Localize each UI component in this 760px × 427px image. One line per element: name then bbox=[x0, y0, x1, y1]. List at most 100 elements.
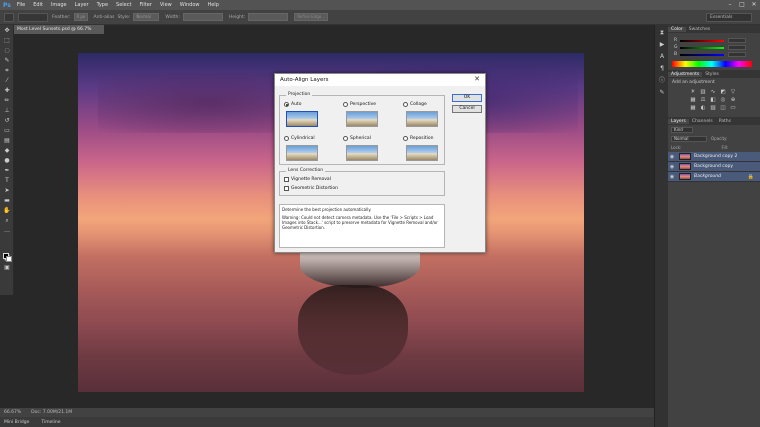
selection-mode-buttons[interactable] bbox=[18, 12, 48, 22]
tab-timeline[interactable]: Timeline bbox=[41, 420, 60, 425]
workspace-select[interactable]: Essentials bbox=[706, 13, 752, 22]
close-icon[interactable]: ✕ bbox=[474, 75, 480, 83]
color-spectrum-bar[interactable] bbox=[672, 61, 752, 67]
checkbox-box[interactable] bbox=[284, 186, 289, 191]
red-slider[interactable] bbox=[680, 39, 724, 42]
close-icon[interactable]: ✕ bbox=[748, 0, 760, 10]
posterize-icon[interactable]: ▨ bbox=[708, 105, 718, 113]
geometric-distortion-checkbox[interactable]: Geometric Distortion bbox=[284, 186, 338, 191]
history-brush-tool-icon[interactable]: ↺ bbox=[2, 116, 12, 125]
radio-dot[interactable] bbox=[343, 136, 348, 141]
menu-filter[interactable]: Filter bbox=[139, 2, 151, 8]
menu-type[interactable]: Type bbox=[97, 2, 108, 8]
actions-panel-icon[interactable]: ▶ bbox=[657, 40, 667, 49]
dodge-tool-icon[interactable]: ● bbox=[2, 156, 12, 165]
black-white-icon[interactable]: ◧ bbox=[708, 97, 718, 105]
tab-mini-bridge[interactable]: Mini Bridge bbox=[4, 420, 29, 425]
color-balance-icon[interactable]: ⚖ bbox=[698, 97, 708, 105]
layer-row[interactable]: ◉ Background copy bbox=[668, 162, 760, 172]
minimize-icon[interactable]: – bbox=[724, 0, 736, 10]
tab-layers[interactable]: Layers bbox=[668, 118, 689, 124]
channel-mixer-icon[interactable]: ⊕ bbox=[728, 97, 738, 105]
menu-image[interactable]: Image bbox=[51, 2, 67, 8]
eyedropper-tool-icon[interactable]: ⁄ bbox=[2, 76, 12, 85]
green-value-field[interactable] bbox=[728, 45, 746, 50]
lasso-tool-icon[interactable]: ◌ bbox=[2, 46, 12, 55]
levels-icon[interactable]: ▥ bbox=[698, 89, 708, 97]
checkbox-box[interactable] bbox=[284, 177, 289, 182]
color-slider-green[interactable]: G bbox=[668, 44, 760, 51]
layer-row[interactable]: ◉ Background copy 2 bbox=[668, 152, 760, 162]
auto-thumbnail[interactable] bbox=[286, 111, 318, 127]
radio-collage[interactable]: Collage bbox=[403, 102, 427, 107]
height-input[interactable] bbox=[248, 13, 289, 21]
radio-spherical[interactable]: Spherical bbox=[343, 136, 371, 141]
radio-auto[interactable]: Auto bbox=[284, 102, 301, 107]
background-color-swatch[interactable] bbox=[6, 256, 12, 262]
menu-help[interactable]: Help bbox=[207, 2, 218, 8]
tab-styles[interactable]: Styles bbox=[702, 72, 722, 77]
color-lookup-icon[interactable]: ▦ bbox=[688, 105, 698, 113]
layer-row[interactable]: ◉ Background 🔒 bbox=[668, 172, 760, 182]
collage-thumbnail[interactable] bbox=[406, 111, 438, 127]
hand-tool-icon[interactable]: ✋ bbox=[2, 206, 12, 215]
layer-filter-kind[interactable]: Kind bbox=[671, 126, 693, 133]
blur-tool-icon[interactable]: ◆ bbox=[2, 146, 12, 155]
perspective-thumbnail[interactable] bbox=[346, 111, 378, 127]
vignette-removal-checkbox[interactable]: Vignette Removal bbox=[284, 177, 331, 182]
red-value-field[interactable] bbox=[728, 38, 746, 43]
tab-color[interactable]: Color bbox=[668, 26, 686, 32]
radio-dot[interactable] bbox=[343, 102, 348, 107]
zoom-level[interactable]: 66.67% bbox=[4, 410, 21, 415]
radio-perspective[interactable]: Perspective bbox=[343, 102, 376, 107]
spherical-thumbnail[interactable] bbox=[346, 145, 378, 161]
move-tool-icon[interactable]: ✥ bbox=[2, 26, 12, 35]
eraser-tool-icon[interactable]: ▭ bbox=[2, 126, 12, 135]
crop-tool-icon[interactable]: ⌗ bbox=[2, 66, 12, 75]
feather-input[interactable]: 0 px bbox=[73, 13, 88, 21]
info-panel-icon[interactable]: ⓘ bbox=[657, 76, 667, 85]
menu-edit[interactable]: Edit bbox=[33, 2, 43, 8]
color-slider-red[interactable]: R bbox=[668, 37, 760, 44]
history-panel-icon[interactable]: ⧗ bbox=[657, 28, 667, 37]
tab-swatches[interactable]: Swatches bbox=[686, 27, 714, 32]
invert-icon[interactable]: ◐ bbox=[698, 105, 708, 113]
blue-value-field[interactable] bbox=[728, 52, 746, 57]
cylindrical-thumbnail[interactable] bbox=[286, 145, 318, 161]
tab-channels[interactable]: Channels bbox=[689, 119, 716, 124]
eye-icon[interactable]: ◉ bbox=[668, 164, 676, 170]
threshold-icon[interactable]: ◫ bbox=[718, 105, 728, 113]
antialias-checkbox[interactable]: Anti-alias bbox=[94, 15, 115, 20]
path-select-tool-icon[interactable]: ➤ bbox=[2, 186, 12, 195]
radio-cylindrical[interactable]: Cylindrical bbox=[284, 136, 315, 141]
marquee-preset-button[interactable] bbox=[4, 12, 14, 22]
menu-view[interactable]: View bbox=[160, 2, 172, 8]
brush-tool-icon[interactable]: ✏ bbox=[2, 96, 12, 105]
quick-select-tool-icon[interactable]: ✎ bbox=[2, 56, 12, 65]
gradient-tool-icon[interactable]: ▤ bbox=[2, 136, 12, 145]
cancel-button[interactable]: Cancel bbox=[452, 105, 482, 113]
green-slider[interactable] bbox=[680, 46, 724, 49]
refine-edge-button[interactable]: Refine Edge... bbox=[294, 13, 329, 21]
radio-dot[interactable] bbox=[403, 102, 408, 107]
shape-tool-icon[interactable]: ▬ bbox=[2, 196, 12, 205]
radio-reposition[interactable]: Reposition bbox=[403, 136, 434, 141]
tab-adjustments[interactable]: Adjustments bbox=[668, 71, 703, 77]
clone-stamp-tool-icon[interactable]: ⊥ bbox=[2, 106, 12, 115]
radio-dot[interactable] bbox=[403, 136, 408, 141]
eye-icon[interactable]: ◉ bbox=[668, 154, 676, 160]
menu-layer[interactable]: Layer bbox=[75, 2, 89, 8]
maximize-icon[interactable]: □ bbox=[736, 0, 748, 10]
character-panel-icon[interactable]: A bbox=[657, 52, 667, 61]
screen-mode-icon[interactable]: ▣ bbox=[2, 263, 12, 272]
paragraph-panel-icon[interactable]: ¶ bbox=[657, 64, 667, 73]
brush-panel-icon[interactable]: ✎ bbox=[657, 88, 667, 97]
photo-filter-icon[interactable]: ◎ bbox=[718, 97, 728, 105]
curves-icon[interactable]: ∿ bbox=[708, 89, 718, 97]
radio-dot[interactable] bbox=[284, 102, 289, 107]
hue-saturation-icon[interactable]: ▦ bbox=[688, 97, 698, 105]
color-slider-blue[interactable]: B bbox=[668, 51, 760, 58]
reposition-thumbnail[interactable] bbox=[406, 145, 438, 161]
document-tab[interactable]: Most Level Sunsets.psd @ 66.7% (RGB/8#) … bbox=[14, 25, 104, 41]
vibrance-icon[interactable]: ▽ bbox=[728, 89, 738, 97]
